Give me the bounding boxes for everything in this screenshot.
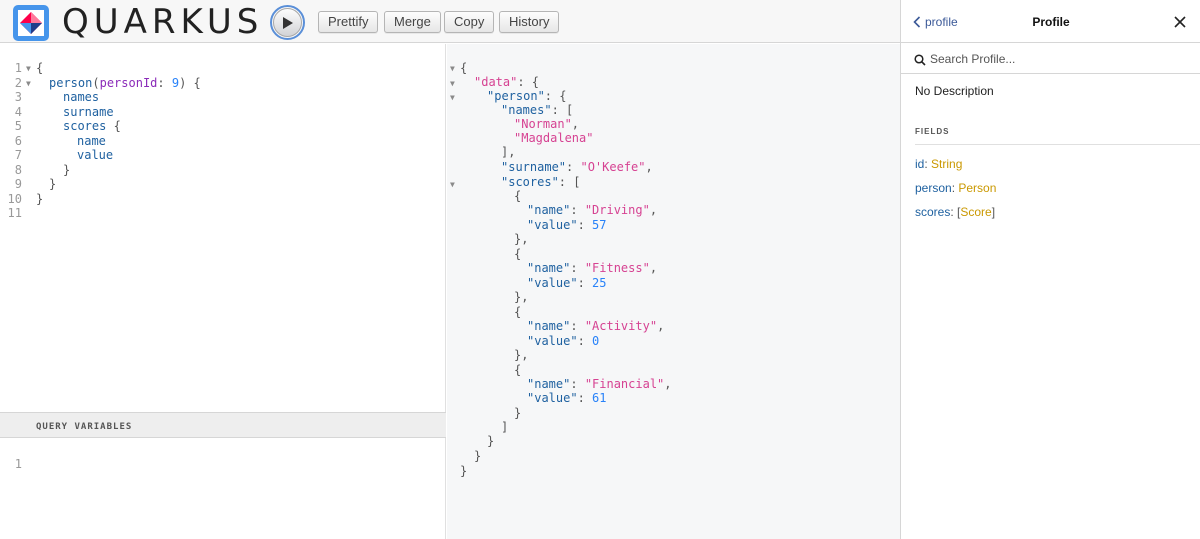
code-line: name (77, 134, 106, 148)
field-name[interactable]: scores (915, 205, 950, 219)
line-number: 4 (14, 105, 22, 119)
line-number: 5 (14, 119, 22, 133)
fold-arrow-icon[interactable]: ▼ (450, 90, 455, 105)
app-title: QUARKUS (62, 2, 264, 42)
code-line: names (63, 90, 100, 104)
result-value: "Magdalena" (514, 131, 594, 145)
line-number: 6 (14, 134, 22, 148)
result-viewer: ▼ ▼ ▼ ▼ { "data": { "person": { "names":… (447, 44, 900, 539)
result-value: 0 (592, 334, 600, 348)
play-icon (282, 16, 293, 29)
line-number: 7 (14, 148, 22, 162)
close-icon (1174, 16, 1186, 28)
fold-arrow-icon[interactable]: ▼ (450, 61, 455, 76)
execute-query-button[interactable] (270, 5, 305, 40)
result-value: "Norman" (514, 117, 572, 131)
code-line: value (77, 148, 114, 162)
fold-arrow-icon[interactable]: ▼ (450, 76, 455, 91)
result-key: "scores" (501, 175, 559, 189)
line-number: 9 (14, 177, 22, 191)
line-number: 10 (7, 192, 22, 206)
copy-button[interactable]: Copy (444, 11, 495, 33)
code-line: person(personId: 9) { (49, 76, 201, 90)
result-key: "names" (501, 103, 552, 117)
result-key: "person" (487, 89, 545, 103)
field-name[interactable]: id (915, 157, 924, 171)
result-value: "Activity" (584, 319, 658, 333)
line-number: 2 (14, 76, 22, 90)
line-number: 11 (7, 206, 22, 220)
code-line: { (36, 61, 44, 75)
result-value: 25 (592, 276, 607, 290)
type-description: No Description (915, 84, 994, 98)
doc-explorer-header: profile Profile (901, 0, 1200, 43)
result-key: "data" (474, 75, 518, 89)
field-type[interactable]: Person (958, 181, 996, 195)
fold-arrow-icon[interactable]: ▼ (450, 177, 455, 192)
fields-heading: FIELDS (915, 127, 950, 136)
close-button[interactable] (1173, 15, 1187, 34)
variables-line-number: 1 (14, 457, 22, 471)
code-line: scores { (63, 119, 121, 133)
query-variables-label: QUERY VARIABLES (36, 422, 133, 432)
field-row: id: String (915, 157, 963, 171)
fold-arrow-icon[interactable]: ▼ (26, 61, 31, 76)
field-row: person: Person (915, 181, 997, 195)
doc-explorer-title: Profile (1032, 15, 1070, 29)
query-editor[interactable]: 1 2 3 4 5 6 7 8 9 10 11 ▼ ▼ { person(per… (0, 44, 446, 539)
query-variables-toggle[interactable]: QUERY VARIABLES (0, 412, 446, 438)
search-icon (914, 54, 926, 66)
history-button[interactable]: History (499, 11, 560, 33)
search-input[interactable] (930, 49, 1190, 69)
result-value: "Financial" (584, 377, 665, 391)
merge-button[interactable]: Merge (384, 11, 441, 33)
result-value: 61 (592, 391, 607, 405)
fold-arrow-icon[interactable]: ▼ (26, 76, 31, 91)
divider (915, 144, 1200, 145)
result-value: 57 (592, 218, 607, 232)
doc-search (901, 44, 1200, 74)
line-number: 1 (14, 61, 22, 75)
code-line: surname (63, 105, 114, 119)
field-name[interactable]: person (915, 181, 952, 195)
toolbar: QUARKUS Prettify Merge Copy History (0, 0, 900, 43)
result-value: "Fitness" (584, 261, 650, 275)
field-row: scores: [Score] (915, 205, 996, 219)
field-type[interactable]: String (931, 157, 962, 171)
line-number: 8 (14, 163, 22, 177)
quarkus-logo (12, 4, 50, 42)
prettify-button[interactable]: Prettify (318, 11, 379, 33)
result-key: "surname" (501, 160, 567, 174)
code-line: } (49, 177, 57, 191)
graphiql-app: QUARKUS Prettify Merge Copy History 1 2 … (0, 0, 1200, 539)
result-value: "Driving" (584, 203, 650, 217)
code-line: } (36, 192, 44, 206)
line-number: 3 (14, 90, 22, 104)
field-type[interactable]: Score (960, 205, 991, 219)
code-line: } (63, 163, 71, 177)
result-value: "O'Keefe" (580, 160, 646, 174)
doc-explorer: profile Profile No Description FIELDS id… (900, 0, 1200, 539)
